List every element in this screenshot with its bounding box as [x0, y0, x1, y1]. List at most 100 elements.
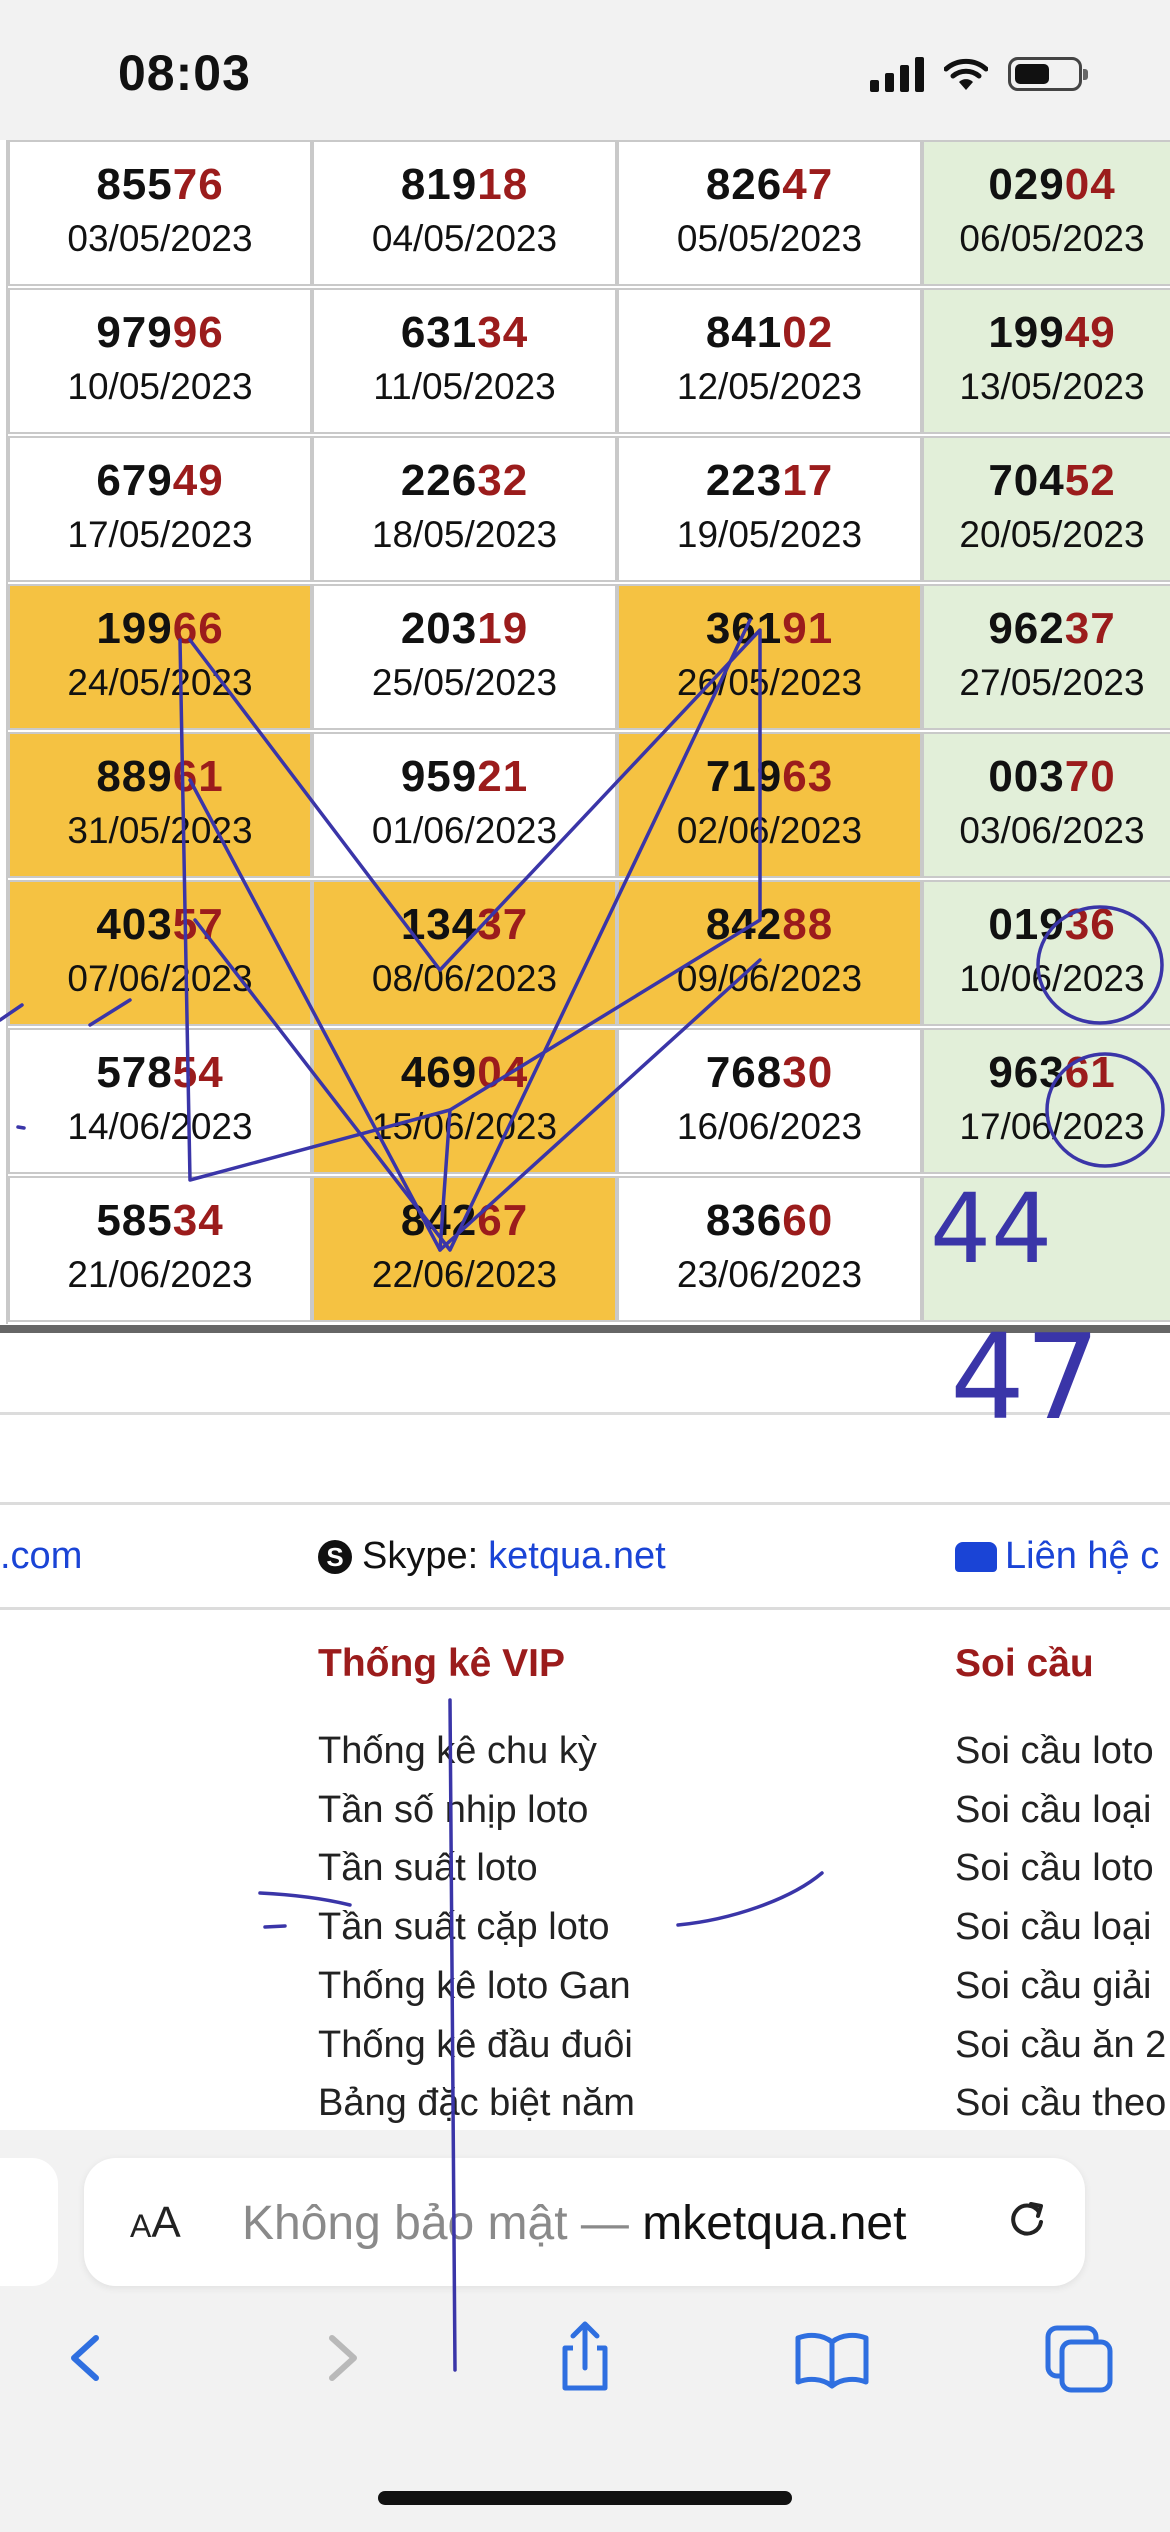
result-cell: 58534 21/06/2023	[8, 1176, 312, 1322]
skype-link[interactable]: ketqua.net	[488, 1535, 665, 1578]
footer-link[interactable]: Soi cầu giải	[955, 1957, 1166, 2016]
result-number-head: 469	[400, 1048, 478, 1097]
result-date: 12/05/2023	[676, 366, 863, 407]
result-number-head: 819	[400, 160, 478, 209]
result-number: 36191	[619, 604, 920, 654]
result-number-tail: 49	[172, 456, 224, 505]
result-number-tail: 49	[1064, 308, 1116, 357]
result-number-head: 029	[988, 160, 1065, 209]
back-icon[interactable]	[48, 2318, 128, 2398]
result-date: 27/05/2023	[959, 662, 1145, 703]
footer-link[interactable]: Tần số nhịp loto	[318, 1781, 635, 1840]
result-number-head: 679	[96, 456, 173, 505]
status-time: 08:03	[118, 45, 251, 101]
result-cell: 85576 03/05/2023	[8, 140, 312, 286]
footer-link[interactable]: Bảng đặc biệt năm	[318, 2074, 635, 2133]
url-text[interactable]: Không bảo mật — mketqua.net	[242, 2196, 906, 2251]
footer-link[interactable]: Thống kê đầu đuôi	[318, 2016, 635, 2075]
result-number-head: 842	[400, 1196, 478, 1245]
skype-label: Skype:	[362, 1535, 479, 1577]
result-number-head: 979	[96, 308, 173, 357]
footer-link[interactable]: Soi cầu loại	[955, 1898, 1166, 1957]
result-number-head: 199	[96, 604, 173, 653]
result-date: 07/06/2023	[67, 958, 253, 999]
footer-link[interactable]: Soi cầu loại	[955, 1781, 1166, 1840]
result-cell: 95921 01/06/2023	[312, 732, 617, 878]
result-number: 67949	[10, 456, 310, 506]
result-date: 14/06/2023	[67, 1106, 253, 1147]
contact-email-link[interactable]: .com	[0, 1535, 82, 1578]
result-number-head: 226	[400, 456, 478, 505]
result-number-tail: 88	[782, 900, 834, 949]
result-number-tail: 34	[172, 1196, 224, 1245]
result-date: 06/05/2023	[959, 218, 1145, 259]
share-icon[interactable]	[545, 2318, 625, 2398]
table-edge	[0, 140, 8, 1324]
result-cell: 82647 05/05/2023	[617, 140, 922, 286]
result-number: 19949	[924, 308, 1170, 358]
footer-link[interactable]: Soi cầu theo	[955, 2074, 1166, 2133]
divider	[0, 1412, 1170, 1415]
status-icons	[870, 56, 1088, 92]
result-cell: 63134 11/05/2023	[312, 288, 617, 434]
result-number: 95921	[314, 752, 615, 802]
result-cell: 88961 31/05/2023	[8, 732, 312, 878]
footer-link[interactable]: Soi cầu ăn 2	[955, 2016, 1166, 2075]
result-cell: 02904 06/05/2023	[922, 140, 1170, 286]
result-date: 21/06/2023	[67, 1254, 253, 1295]
result-date: 13/05/2023	[959, 366, 1145, 407]
reader-settings-button[interactable]: AA	[130, 2198, 181, 2248]
result-number-head: 841	[705, 308, 783, 357]
footer-link[interactable]: Soi cầu loto	[955, 1839, 1166, 1898]
result-number-tail: 96	[172, 308, 224, 357]
url-host: mketqua.net	[642, 2197, 907, 2250]
divider	[0, 1607, 1170, 1610]
table-bottom-border	[0, 1325, 1170, 1333]
result-date: 22/06/2023	[371, 1254, 558, 1295]
footer-link[interactable]: Tần suất cặp loto	[318, 1898, 635, 1957]
soi-cau-heading: Soi cầu	[955, 1642, 1094, 1685]
divider	[0, 1502, 1170, 1505]
result-number-tail: 61	[1064, 1048, 1116, 1097]
result-number: 71963	[619, 752, 920, 802]
result-number-tail: 52	[1064, 456, 1116, 505]
result-number-tail: 30	[782, 1048, 834, 1097]
result-number-head: 585	[96, 1196, 173, 1245]
forward-icon[interactable]	[300, 2318, 380, 2398]
reload-icon[interactable]	[1005, 2196, 1049, 2240]
tabs-icon[interactable]	[1040, 2318, 1120, 2398]
contact-phone-link[interactable]: Liên hệ c	[955, 1535, 1159, 1578]
result-number-head: 719	[705, 752, 783, 801]
result-number-tail: 66	[172, 604, 224, 653]
telephone-icon	[955, 1541, 997, 1572]
result-date: 19/05/2023	[676, 514, 863, 555]
result-number: 58534	[10, 1196, 310, 1246]
result-number: 63134	[314, 308, 615, 358]
result-number-head: 134	[400, 900, 478, 949]
result-number: 19966	[10, 604, 310, 654]
ink-stroke	[676, 1871, 824, 1927]
result-cell: 84102 12/05/2023	[617, 288, 922, 434]
footer-link[interactable]: Soi cầu loto	[955, 1722, 1166, 1781]
soi-cau-list: Soi cầu loto Soi cầu loại Soi cầu loto S…	[955, 1722, 1166, 2133]
result-number-tail: 19	[477, 604, 529, 653]
footer-link[interactable]: Thống kê loto Gan	[318, 1957, 635, 2016]
home-indicator[interactable]	[378, 2491, 792, 2505]
result-cell: 01936 10/06/2023	[922, 880, 1170, 1026]
result-cell: 36191 26/05/2023	[617, 584, 922, 730]
result-cell: 76830 16/06/2023	[617, 1028, 922, 1174]
previous-tab-preview[interactable]	[0, 2158, 58, 2286]
result-date: 03/05/2023	[67, 218, 253, 259]
result-cell: 22632 18/05/2023	[312, 436, 617, 582]
result-number: 57854	[10, 1048, 310, 1098]
result-date: 04/05/2023	[371, 218, 558, 259]
result-date: 10/05/2023	[67, 366, 253, 407]
result-date: 24/05/2023	[67, 662, 253, 703]
footer-link[interactable]: Thống kê chu kỳ	[318, 1722, 635, 1781]
address-bar[interactable]: AA Không bảo mật — mketqua.net	[84, 2158, 1085, 2286]
bookmarks-icon[interactable]	[792, 2318, 872, 2398]
result-number: 88961	[10, 752, 310, 802]
result-number-tail: 60	[782, 1196, 834, 1245]
result-date: 17/05/2023	[67, 514, 253, 555]
footer-link[interactable]: Tần suất loto	[318, 1839, 635, 1898]
